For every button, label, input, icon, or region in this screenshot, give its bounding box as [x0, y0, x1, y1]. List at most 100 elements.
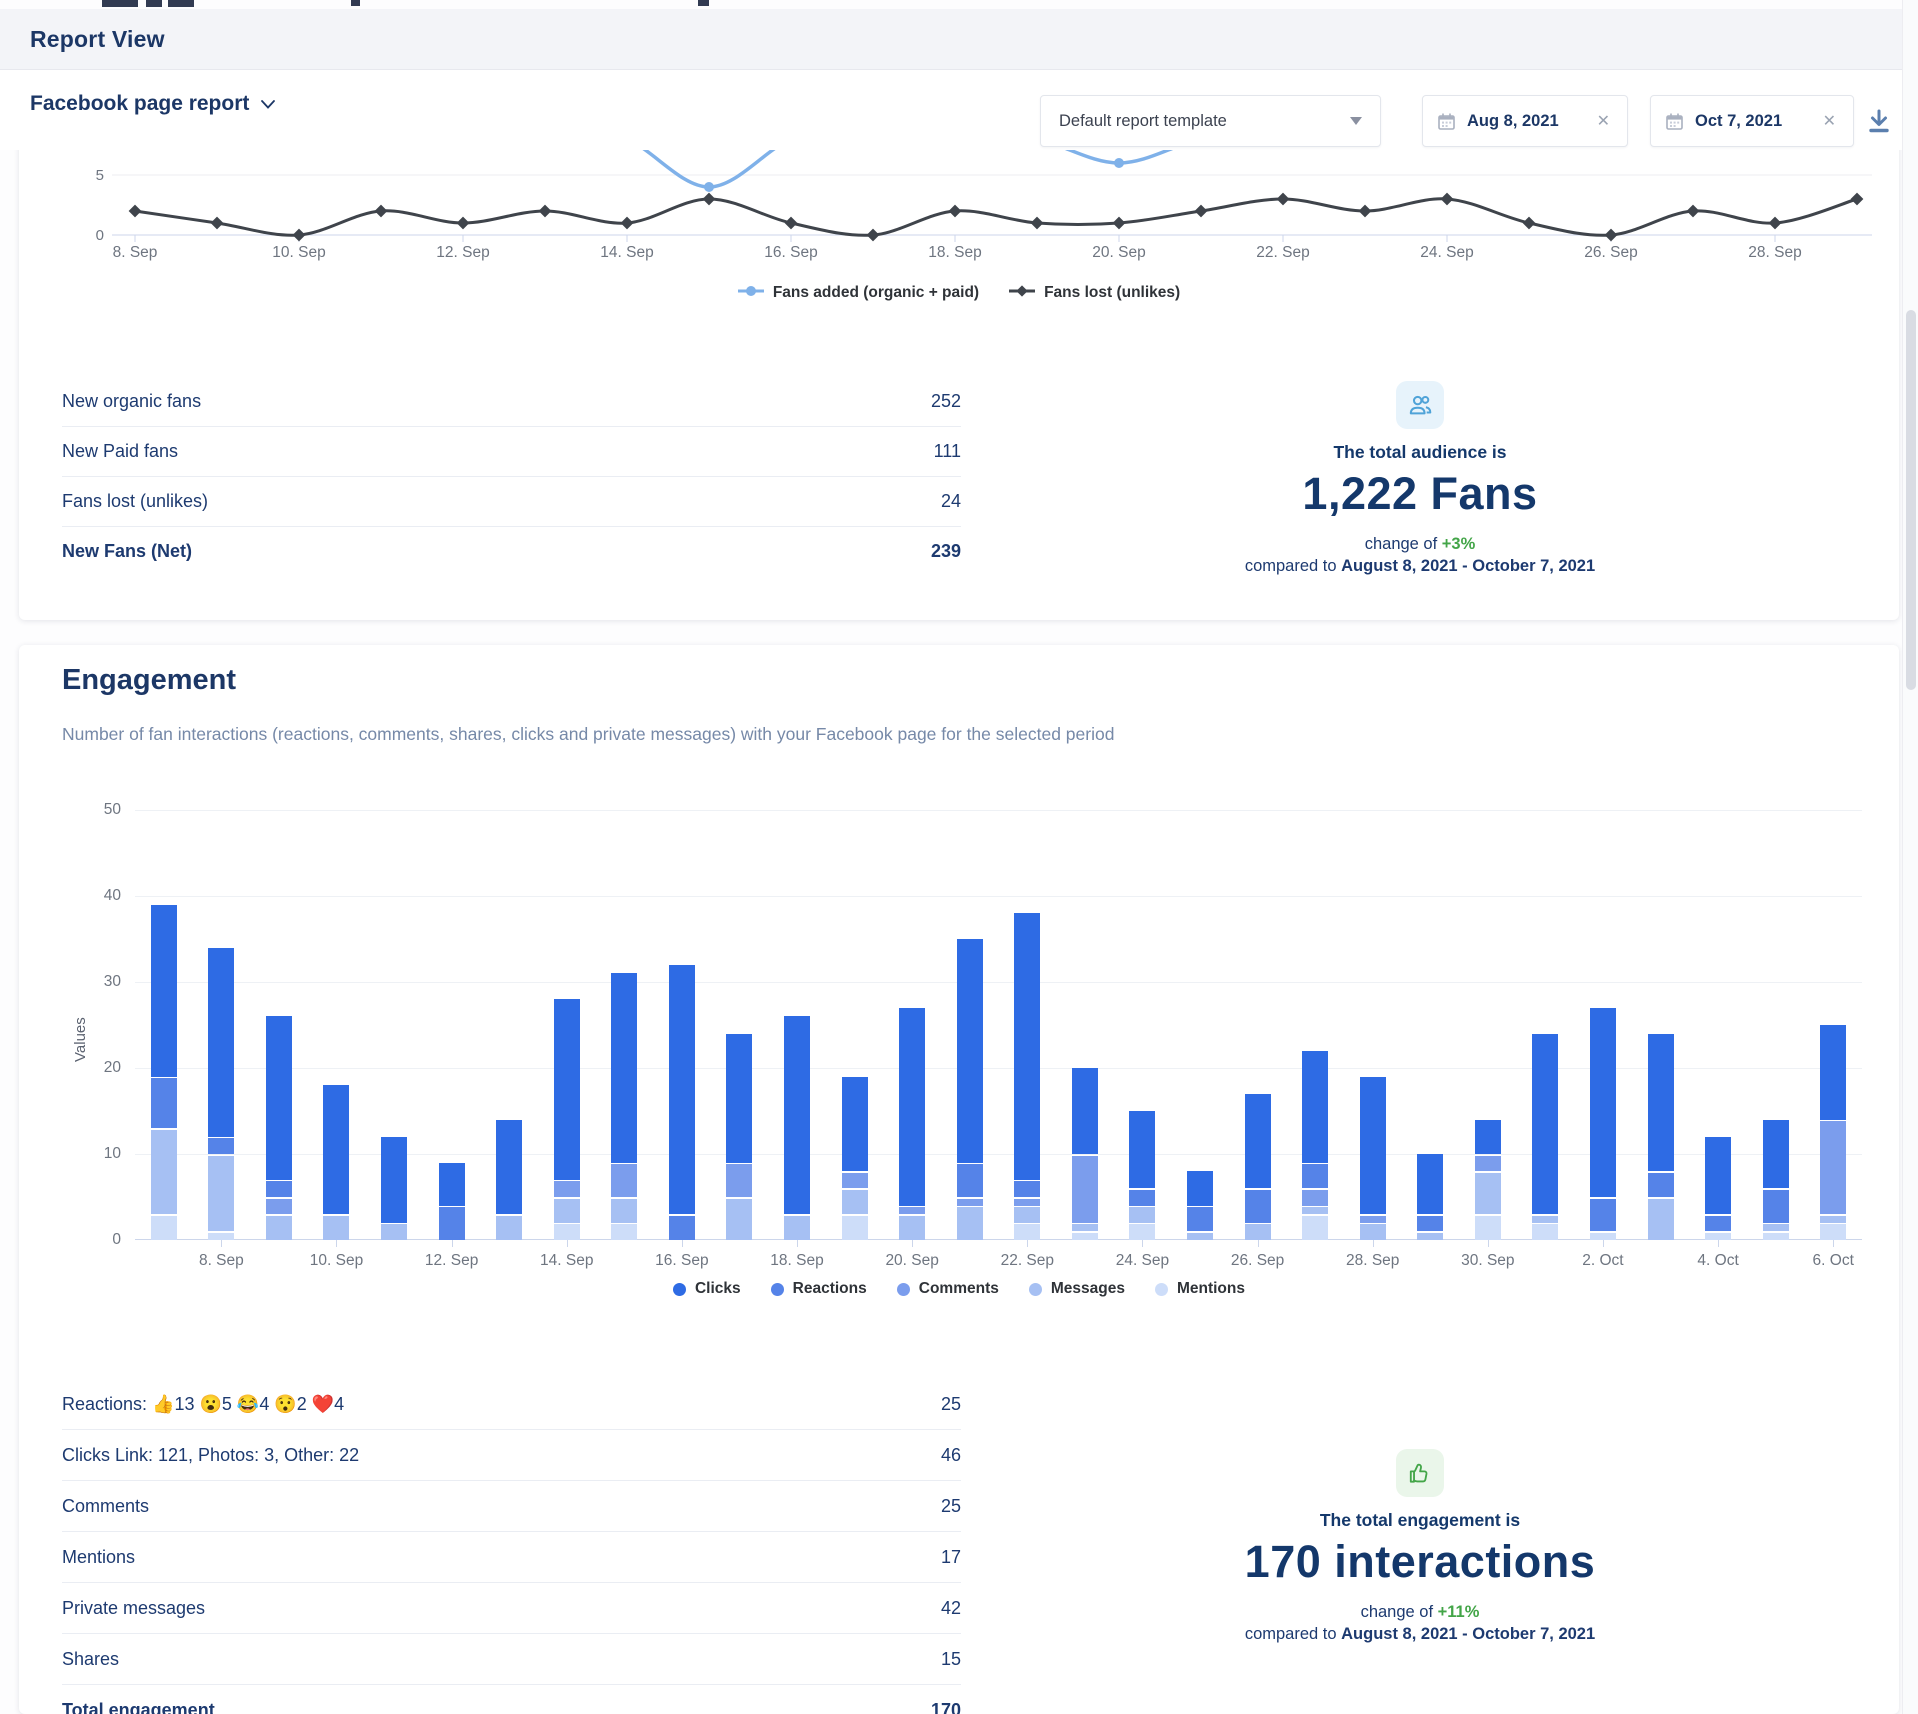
table-row-value: 25 — [941, 1496, 961, 1517]
bar-segment — [1763, 1233, 1789, 1240]
page-header: Report View — [0, 9, 1918, 70]
clear-date-from-icon[interactable]: ✕ — [1594, 109, 1613, 133]
bar-segment — [1475, 1173, 1501, 1214]
bar-segment — [1245, 1094, 1271, 1189]
bar-column — [480, 810, 538, 1240]
bar-column — [1401, 810, 1459, 1240]
bar-segment — [554, 999, 580, 1180]
axis-tick-label: 26. Sep — [1556, 244, 1666, 262]
legend-item: Fans added (organic + paid) — [738, 284, 979, 302]
table-row: Total engagement170 — [62, 1685, 961, 1714]
bar-segment — [1590, 1008, 1616, 1197]
axis-tick — [221, 1240, 222, 1247]
bar-segment — [669, 1216, 695, 1240]
axis-tick-label: 8. Sep — [161, 1252, 281, 1270]
bar-segment — [1360, 1216, 1386, 1223]
bar-segment — [151, 1216, 177, 1240]
legend-item-label: Comments — [919, 1280, 999, 1298]
change-value: +3% — [1442, 535, 1475, 553]
engagement-section-subtitle: Number of fan interactions (reactions, c… — [62, 724, 1114, 745]
scrollbar-track[interactable] — [1902, 0, 1918, 1714]
engagement-summary-title: The total engagement is — [980, 1510, 1860, 1531]
change-prefix: change of — [1361, 1603, 1433, 1621]
table-row: Reactions: 👍13 😮5 😂4 😯2 ❤️425 — [62, 1379, 961, 1430]
table-row: New Paid fans111 — [62, 427, 961, 477]
svg-text:0: 0 — [96, 227, 104, 244]
axis-tick — [1373, 1240, 1374, 1247]
date-from-picker[interactable]: Aug 8, 2021 ✕ — [1422, 95, 1628, 147]
axis-tick-label: 50 — [77, 801, 121, 819]
table-row: Mentions 17 — [62, 1532, 961, 1583]
bar-segment — [1187, 1207, 1213, 1231]
bar-segment — [611, 973, 637, 1162]
bar-segment — [1129, 1190, 1155, 1206]
axis-tick-label: 0 — [77, 1231, 121, 1249]
bar-segment — [1014, 913, 1040, 1180]
table-row-label: Reactions: 👍13 😮5 😂4 😯2 ❤️4 — [62, 1394, 344, 1415]
table-row-label: New Paid fans — [62, 441, 178, 462]
legend-item-label: Messages — [1051, 1280, 1125, 1298]
axis-tick — [1027, 1240, 1028, 1247]
template-select[interactable]: Default report template — [1040, 95, 1381, 147]
axis-tick-label: 18. Sep — [900, 244, 1010, 262]
bar-segment — [957, 939, 983, 1163]
clear-date-to-icon[interactable]: ✕ — [1820, 109, 1839, 133]
axis-tick-label: 24. Sep — [1082, 1252, 1202, 1270]
total-engagement-value: 170 interactions — [980, 1536, 1860, 1588]
date-to-picker[interactable]: Oct 7, 2021 ✕ — [1650, 95, 1854, 147]
engagement-section-title: Engagement — [62, 664, 236, 697]
table-row-value: 15 — [941, 1649, 961, 1670]
axis-tick — [567, 1240, 568, 1247]
bar-segment — [1129, 1224, 1155, 1240]
bar-segment — [1187, 1233, 1213, 1240]
bar-column: 6. Oct — [1804, 810, 1862, 1240]
axis-tick-label: 20. Sep — [1064, 244, 1174, 262]
change-prefix: change of — [1365, 535, 1437, 553]
bar-segment — [1245, 1190, 1271, 1223]
bar-column — [1747, 810, 1805, 1240]
table-row-value: 17 — [941, 1547, 961, 1568]
calendar-icon — [1437, 112, 1456, 131]
bar-segment — [1302, 1164, 1328, 1188]
download-report-button[interactable] — [1862, 105, 1896, 139]
bar-segment — [151, 1078, 177, 1128]
table-row: Shares15 — [62, 1634, 961, 1685]
axis-tick-label: 10 — [77, 1145, 121, 1163]
bar-segment — [439, 1207, 465, 1240]
report-name: Facebook page report — [30, 92, 249, 116]
thumbs-up-icon — [1396, 1449, 1444, 1497]
template-select-value: Default report template — [1059, 112, 1227, 131]
table-row-label: Fans lost (unlikes) — [62, 491, 208, 512]
bar-column: 22. Sep — [999, 810, 1057, 1240]
table-row-value: 252 — [931, 391, 961, 412]
bar-segment — [1648, 1034, 1674, 1172]
table-row-label: Mentions — [62, 1547, 135, 1568]
bar-segment — [957, 1164, 983, 1197]
compared-prefix: compared to — [1245, 557, 1337, 575]
axis-tick-label: 26. Sep — [1198, 1252, 1318, 1270]
bar-segment — [1302, 1207, 1328, 1214]
legend-item: Reactions — [771, 1280, 867, 1298]
axis-tick-label: 28. Sep — [1720, 244, 1830, 262]
bar-segment — [554, 1199, 580, 1223]
report-name-dropdown[interactable]: Facebook page report — [30, 92, 275, 116]
clipped-content-fragment — [698, 0, 709, 6]
bar-segment — [1302, 1051, 1328, 1163]
bar-segment — [1417, 1154, 1443, 1214]
scrollbar-thumb[interactable] — [1906, 310, 1916, 690]
bar-segment — [1302, 1216, 1328, 1240]
bar-column: 16. Sep — [653, 810, 711, 1240]
bar-segment — [726, 1199, 752, 1240]
bar-segment — [1187, 1171, 1213, 1205]
legend-dot-icon — [673, 1283, 686, 1296]
bar-column — [711, 810, 769, 1240]
bar-segment — [439, 1163, 465, 1206]
bar-segment — [899, 1207, 925, 1214]
bar-column: 2. Oct — [1574, 810, 1632, 1240]
legend-item-label: Reactions — [793, 1280, 867, 1298]
bar-segment — [266, 1181, 292, 1197]
bar-column — [250, 810, 308, 1240]
bar-segment — [1532, 1216, 1558, 1223]
legend-marker-icon — [738, 284, 764, 302]
bar-column: 18. Sep — [768, 810, 826, 1240]
